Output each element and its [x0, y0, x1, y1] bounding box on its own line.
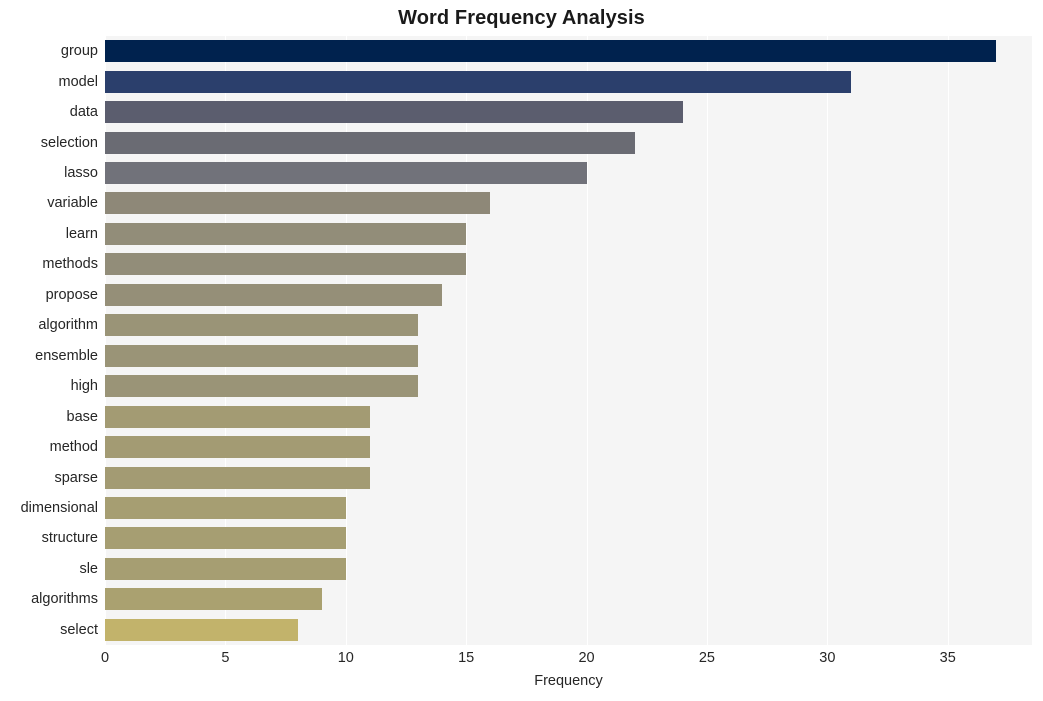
bar	[105, 162, 587, 185]
y-tick-label: data	[69, 104, 98, 121]
y-tick-label: model	[58, 73, 99, 90]
bar	[105, 101, 683, 124]
y-tick-label: high	[70, 378, 98, 395]
bar	[105, 222, 467, 245]
bar	[105, 436, 370, 459]
y-tick-label: method	[49, 439, 98, 456]
bar	[105, 557, 346, 580]
bar	[105, 618, 298, 641]
x-tick-label: 10	[337, 650, 354, 666]
y-tick-label: methods	[42, 256, 98, 273]
bar	[105, 131, 635, 154]
x-tick-label: 0	[100, 650, 110, 666]
bar	[105, 375, 418, 398]
bar	[105, 283, 443, 306]
y-tick-label: variable	[47, 195, 98, 212]
plot-area	[105, 36, 1032, 645]
y-tick-label: propose	[45, 286, 98, 303]
bar	[105, 496, 346, 519]
y-tick-label: structure	[41, 530, 98, 547]
word-frequency-chart-figure: Word Frequency Analysis group model data se…	[0, 0, 1043, 701]
y-tick-label: base	[66, 408, 98, 425]
x-tick-label: 20	[578, 650, 595, 666]
y-tick-label: select	[60, 621, 98, 638]
bar	[105, 466, 370, 489]
bar	[105, 588, 322, 611]
x-tick-label: 15	[458, 650, 475, 666]
x-tick-label: 30	[819, 650, 836, 666]
y-tick-label: algorithm	[38, 317, 98, 334]
bar	[105, 70, 852, 93]
y-tick-label: sparse	[54, 469, 98, 486]
bar	[105, 314, 418, 337]
chart-title: Word Frequency Analysis	[398, 7, 645, 29]
bar	[105, 40, 996, 63]
bar	[105, 253, 467, 276]
y-tick-label: dimensional	[20, 499, 98, 516]
y-tick-label: lasso	[64, 165, 98, 182]
y-axis-tick-labels: group model data selection lasso variable lear…	[0, 36, 98, 645]
y-tick-label: learn	[65, 225, 98, 242]
bar	[105, 192, 491, 215]
x-tick-label: 25	[698, 650, 716, 666]
x-axis-tick-labels: 0 5 10 15 20 25 30 35	[0, 645, 1043, 671]
bar	[105, 344, 418, 367]
bar	[105, 405, 370, 428]
y-tick-label: group	[60, 43, 98, 60]
bar	[105, 527, 346, 550]
x-tick-label: 5	[221, 650, 230, 666]
x-axis-label: Frequency	[534, 673, 603, 689]
y-tick-label: selection	[40, 134, 98, 151]
bars-layer	[105, 36, 1032, 645]
y-tick-label: algorithms	[31, 591, 98, 608]
y-tick-label: sle	[79, 560, 98, 577]
x-tick-label: 35	[939, 650, 956, 666]
y-tick-label: ensemble	[35, 347, 98, 364]
